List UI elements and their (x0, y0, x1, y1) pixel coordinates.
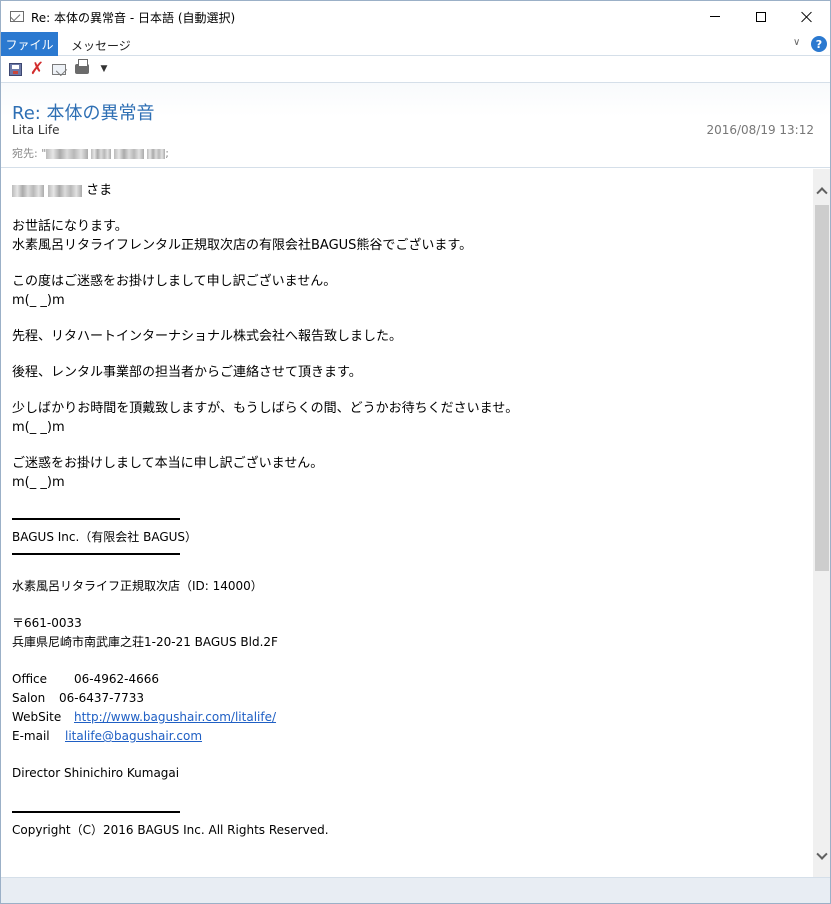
reply-button[interactable] (51, 61, 67, 77)
paragraph: お世話になります。 水素風呂リタライフレンタル正規取次店の有限会社BAGUS熊谷… (12, 217, 802, 255)
window-title: Re: 本体の異常音 - 日本語 (自動選択) (31, 11, 236, 25)
save-icon (8, 62, 22, 76)
message-subject: Re: 本体の異常音 (12, 103, 155, 124)
save-button[interactable] (7, 61, 23, 77)
maximize-button[interactable] (738, 1, 784, 32)
paragraph-line: 後程、レンタル事業部の担当者からご連絡させて頂きます。 (12, 365, 362, 380)
close-icon (801, 11, 813, 23)
tab-message[interactable]: メッセージ (71, 37, 131, 54)
salon-label: Salon (12, 691, 46, 705)
paragraph-line: m(_ _)m (12, 420, 65, 435)
tab-file[interactable]: ファイル (1, 32, 58, 56)
signature-salon: Salon 06-6437-7733 (12, 689, 802, 708)
salutation: さま (12, 181, 802, 200)
signature-address: 兵庫県尼崎市南武庫之荘1-20-21 BAGUS Bld.2F (12, 635, 278, 649)
redacted-recipient (114, 149, 145, 159)
redacted-recipient (46, 149, 89, 159)
delete-button[interactable]: ✗ (29, 59, 45, 79)
ribbon-tabs: ファイル メッセージ ∨ ? (1, 32, 830, 56)
message-date: 2016/08/19 13:12 (706, 123, 814, 137)
scroll-up-button[interactable] (813, 181, 830, 198)
paragraph-line: 水素風呂リタライフレンタル正規取次店の有限会社BAGUS熊谷でございます。 (12, 238, 473, 253)
website-label: WebSite (12, 710, 62, 724)
salon-phone: 06-6437-7733 (59, 691, 145, 705)
paragraph-line: m(_ _)m (12, 293, 65, 308)
quick-access-toolbar: ✗ ▼ (1, 57, 830, 81)
chevron-up-icon (816, 186, 828, 198)
signature-postal: 〒661-0033 (12, 616, 82, 630)
printer-icon (75, 59, 89, 74)
signature-copyright: Copyright（C）2016 BAGUS Inc. All Rights R… (12, 823, 329, 837)
status-bar (1, 877, 830, 903)
email-link[interactable]: litalife@bagushair.com (65, 729, 202, 743)
maximize-icon (756, 11, 766, 22)
scrollbar-thumb[interactable] (815, 205, 829, 571)
message-sender[interactable]: Lita Life (12, 123, 60, 137)
minimize-button[interactable] (692, 1, 738, 32)
signature-office: Office 06-4962-4666 (12, 670, 802, 689)
signature-email: E-mail litalife@bagushair.com (12, 727, 802, 746)
signature-website: WebSite http://www.bagushair.com/litalife… (12, 708, 802, 727)
redacted-recipient (91, 149, 112, 159)
close-button[interactable] (784, 1, 830, 32)
signature-company: BAGUS Inc.（有限会社 BAGUS） (12, 530, 198, 544)
paragraph: この度はご迷惑をお掛けしまして申し訳ございません。 m(_ _)m (12, 272, 802, 310)
paragraph: 先程、リタハートインターナショナル株式会社へ報告致しました。 (12, 327, 802, 346)
website-link[interactable]: http://www.bagushair.com/litalife/ (74, 710, 276, 724)
paragraph-line: 先程、リタハートインターナショナル株式会社へ報告致しました。 (12, 329, 403, 344)
scroll-down-button[interactable] (813, 848, 830, 865)
vertical-scrollbar[interactable] (813, 169, 830, 877)
office-label: Office (12, 672, 48, 686)
to-label: 宛先: (12, 147, 42, 160)
minimize-icon (710, 16, 720, 17)
print-button[interactable] (74, 59, 90, 77)
redacted-name (48, 184, 82, 197)
paragraph: ご迷惑をお掛けしまして本当に申し訳ございません。 m(_ _)m (12, 454, 802, 492)
signature-block: BAGUS Inc.（有限会社 BAGUS） 水素風呂リタライフ正規取次店（ID… (12, 518, 802, 840)
chevron-down-icon (816, 848, 828, 860)
to-separator: ; (165, 147, 169, 160)
paragraph-line: ご迷惑をお掛けしまして本当に申し訳ございません。 (12, 456, 324, 471)
paragraph-line: 少しばかりお時間を頂戴致しますが、もうしばらくの間、どうかお待ちくださいませ。 (12, 401, 519, 416)
message-body[interactable]: さま お世話になります。 水素風呂リタライフレンタル正規取次店の有限会社BAGU… (1, 169, 813, 877)
customize-toolbar-button[interactable]: ▼ (96, 61, 112, 77)
signature-store: 水素風呂リタライフ正規取次店（ID: 14000） (12, 579, 263, 593)
delete-icon: ✗ (29, 59, 45, 79)
chevron-down-icon[interactable]: ∨ (793, 38, 803, 48)
signature-director: Director Shinichiro Kumagai (12, 766, 180, 780)
paragraph: 後程、レンタル事業部の担当者からご連絡させて頂きます。 (12, 363, 802, 382)
dropdown-arrow-icon: ▼ (100, 64, 108, 74)
redacted-recipient (147, 149, 166, 159)
message-header: Re: 本体の異常音 Lita Life 2016/08/19 13:12 宛先… (1, 82, 830, 168)
message-text: さま お世話になります。 水素風呂リタライフレンタル正規取次店の有限会社BAGU… (12, 181, 802, 840)
help-icon[interactable]: ? (811, 36, 827, 52)
recipient-line: 宛先: "; (12, 145, 169, 161)
email-label: E-mail (12, 729, 50, 743)
email-window: Re: 本体の異常音 - 日本語 (自動選択) ファイル メッセージ ∨ ? ✗… (0, 0, 831, 904)
title-bar: Re: 本体の異常音 - 日本語 (自動選択) (1, 1, 830, 32)
reply-icon (52, 63, 66, 75)
redacted-name (12, 184, 44, 197)
salutation-suffix: さま (82, 183, 113, 198)
envelope-icon (10, 11, 24, 22)
paragraph-line: m(_ _)m (12, 475, 65, 490)
office-phone: 06-4962-4666 (74, 672, 160, 686)
paragraph-line: お世話になります。 (12, 219, 128, 234)
paragraph-line: この度はご迷惑をお掛けしまして申し訳ございません。 (12, 274, 337, 289)
paragraph: 少しばかりお時間を頂戴致しますが、もうしばらくの間、どうかお待ちくださいませ。 … (12, 399, 802, 437)
